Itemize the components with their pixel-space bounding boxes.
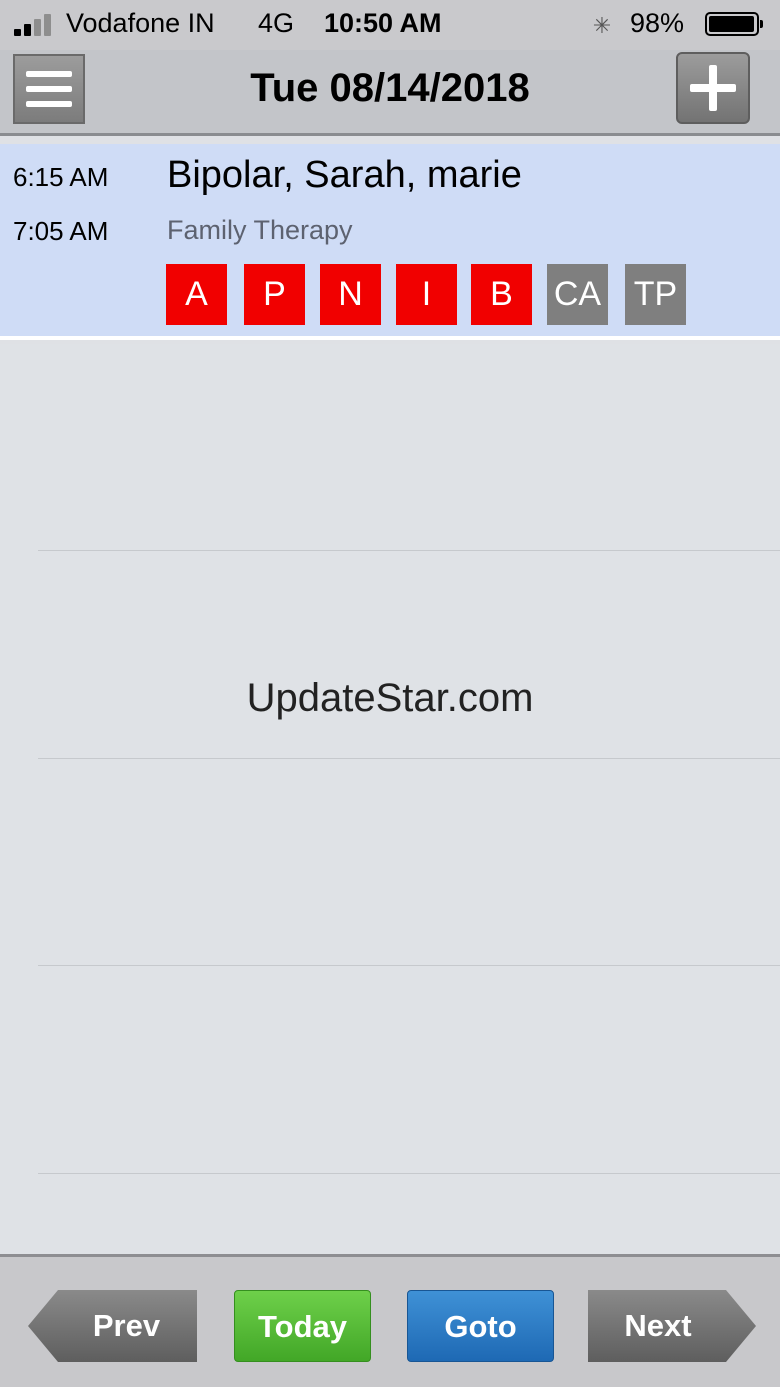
network-type: 4G — [258, 8, 295, 38]
badge-tp[interactable]: TP — [625, 264, 686, 325]
badge-ca[interactable]: CA — [547, 264, 608, 325]
footer-nav: Prev Today Goto Next — [0, 1254, 780, 1387]
prev-button[interactable]: Prev — [28, 1290, 197, 1362]
goto-button[interactable]: Goto — [407, 1290, 554, 1362]
plus-icon — [690, 65, 736, 111]
battery-icon — [705, 12, 763, 36]
signal-strength-icon — [14, 14, 58, 36]
status-time: 10:50 AM — [324, 8, 442, 38]
badge-b[interactable]: B — [471, 264, 532, 325]
badge-i[interactable]: I — [396, 264, 457, 325]
divider-line — [38, 1173, 780, 1174]
appointment-end-time: 7:05 AM — [13, 216, 109, 246]
appointment-start-time: 6:15 AM — [13, 162, 109, 192]
badge-a[interactable]: A — [166, 264, 227, 325]
appointment-item[interactable]: 6:15 AM 7:05 AM Bipolar, Sarah, marie Fa… — [0, 144, 780, 340]
header-bar: Tue 08/14/2018 — [0, 50, 780, 136]
next-button[interactable]: Next — [588, 1290, 756, 1362]
activity-spinner-icon: ✳ — [592, 13, 612, 38]
page-title: Tue 08/14/2018 — [250, 66, 530, 110]
divider-line — [38, 965, 780, 966]
patient-name: Bipolar, Sarah, marie — [167, 154, 522, 196]
status-bar: Vodafone IN 4G 10:50 AM ✳ 98% — [0, 0, 780, 50]
schedule-area: UpdateStar.com — [0, 344, 780, 1254]
divider-line — [38, 758, 780, 759]
divider-line — [38, 550, 780, 551]
add-appointment-button[interactable] — [676, 52, 750, 124]
today-button[interactable]: Today — [234, 1290, 371, 1362]
carrier-name: Vodafone IN — [66, 8, 215, 38]
badge-p[interactable]: P — [244, 264, 305, 325]
badge-n[interactable]: N — [320, 264, 381, 325]
battery-percent: 98% — [630, 8, 685, 38]
watermark-text: UpdateStar.com — [246, 676, 534, 720]
session-type: Family Therapy — [167, 215, 353, 245]
